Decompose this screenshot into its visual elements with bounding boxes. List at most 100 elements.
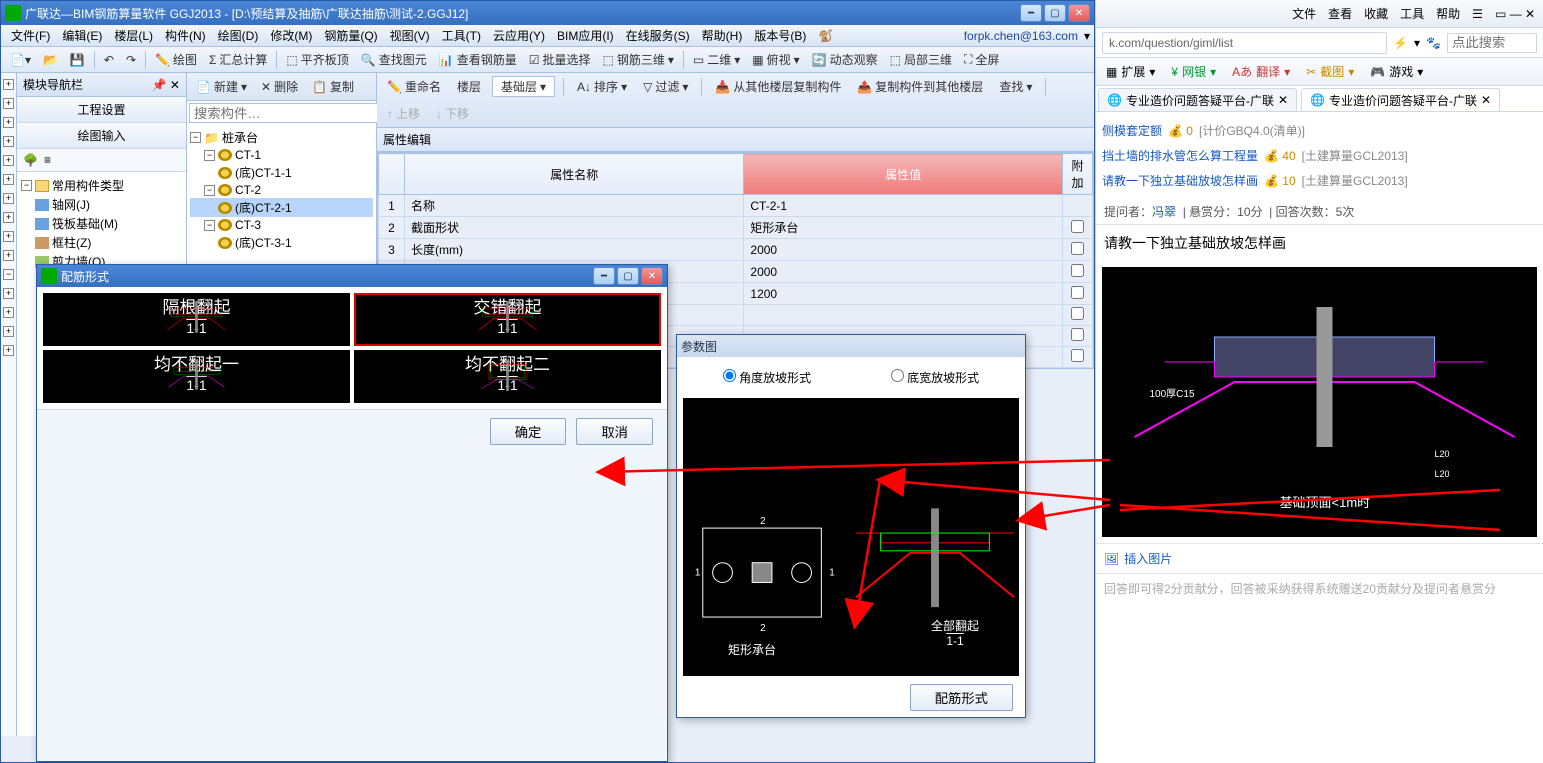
list-view-icon[interactable]: ≡ xyxy=(44,153,51,167)
menu-view[interactable]: 视图(V) xyxy=(384,25,436,46)
extra-check[interactable] xyxy=(1071,264,1084,277)
dialog-titlebar[interactable]: 参数图 xyxy=(677,335,1025,357)
asker-link[interactable]: 冯翠 xyxy=(1152,205,1176,219)
menu-cloud[interactable]: 云应用(Y) xyxy=(487,25,551,46)
menu-file[interactable]: 文件(F) xyxy=(5,25,56,46)
tree-item-raft[interactable]: 筏板基础(M) xyxy=(21,214,182,233)
rebar-option-2[interactable]: 横向面筋 纵向面筋 交错翻起1-1 xyxy=(354,293,661,346)
tb-rebar-3d[interactable]: ⬚ 钢筋三维 ▾ xyxy=(597,49,678,70)
ok-button[interactable]: 确定 xyxy=(490,418,567,445)
tb-draw[interactable]: ✏️ 绘图 xyxy=(150,49,202,70)
tree-ct2-1[interactable]: (底)CT-2-1 xyxy=(190,198,373,217)
copy-from-floor-button[interactable]: 📥 从其他楼层复制构件 xyxy=(710,76,846,97)
minimize-button[interactable]: ━ xyxy=(1020,4,1042,22)
gutter-expand[interactable]: + xyxy=(3,212,14,223)
expand-icon[interactable]: − xyxy=(21,180,32,191)
sort-button[interactable]: A↓ 排序 ▾ xyxy=(572,76,632,97)
extra-check[interactable] xyxy=(1071,220,1084,233)
tb-save[interactable]: 💾 xyxy=(65,51,90,69)
menu-rebar[interactable]: 钢筋量(Q) xyxy=(318,25,383,46)
gutter-expand[interactable]: + xyxy=(3,345,14,356)
bank-button[interactable]: ¥ 网银 ▾ xyxy=(1167,63,1220,80)
gutter-collapse[interactable]: − xyxy=(3,269,14,280)
tree-ct1-1[interactable]: (底)CT-1-1 xyxy=(190,163,373,182)
ext-button[interactable]: ▦ 扩展 ▾ xyxy=(1102,63,1159,80)
extra-check[interactable] xyxy=(1071,286,1084,299)
tb-undo[interactable]: ↶ xyxy=(99,51,119,69)
tb-orbit[interactable]: 🔄 动态观察 xyxy=(807,49,883,70)
user-dropdown-icon[interactable]: ▾ xyxy=(1084,29,1090,43)
tree-ct3[interactable]: − CT-3 xyxy=(190,217,373,233)
gutter-expand[interactable]: + xyxy=(3,193,14,204)
tree-view-icon[interactable]: 🌳 xyxy=(23,153,38,167)
qa-item[interactable]: 侧模套定额 💰 0 [计价GBQ4.0(清单)] xyxy=(1096,118,1543,143)
rebar-form-button[interactable]: 配筋形式 xyxy=(910,684,1013,711)
browser-menu-help[interactable]: 帮助 xyxy=(1436,5,1460,22)
tree-root[interactable]: − 常用构件类型 xyxy=(21,176,182,195)
lightning-icon[interactable]: ⚡ xyxy=(1393,36,1408,50)
tb-new-doc[interactable]: 📄▾ xyxy=(5,51,36,69)
menu-floor[interactable]: 楼层(L) xyxy=(108,25,159,46)
cancel-button[interactable]: 取消 xyxy=(576,418,653,445)
gutter-expand[interactable]: + xyxy=(3,79,14,90)
translate-button[interactable]: Aあ 翻译 ▾ xyxy=(1228,63,1294,80)
addr-dropdown-icon[interactable]: ▾ xyxy=(1414,36,1420,50)
tb-view-rebar[interactable]: 📊 查看钢筋量 xyxy=(434,49,522,70)
extra-check[interactable] xyxy=(1071,242,1084,255)
tb-fullscreen[interactable]: ⛶ 全屏 xyxy=(959,49,1004,70)
menu-draw[interactable]: 绘图(D) xyxy=(212,25,265,46)
tb-2d[interactable]: ▭ 二维 ▾ xyxy=(688,49,745,70)
tb-local-3d[interactable]: ⬚ 局部三维 xyxy=(885,49,957,70)
tree-item-axis[interactable]: 轴网(J) xyxy=(21,195,182,214)
user-label[interactable]: forpk.chen@163.com xyxy=(964,29,1084,43)
qa-item[interactable]: 请教一下独立基础放坡怎样画 💰 10 [土建算量GCL2013] xyxy=(1096,168,1543,193)
browser-tab-1[interactable]: 🌐 专业造价问题答疑平台-广联 ✕ xyxy=(1098,88,1297,111)
dialog-close[interactable]: ✕ xyxy=(641,267,663,285)
menu-edit[interactable]: 编辑(E) xyxy=(56,25,108,46)
tb-batch-select[interactable]: ☑ 批量选择 xyxy=(524,49,596,70)
move-up-button[interactable]: ↑ 上移 xyxy=(382,103,425,124)
browser-menu-fav[interactable]: 收藏 xyxy=(1364,5,1388,22)
insert-image-button[interactable]: 🖼 插入图片 xyxy=(1096,543,1543,574)
question-image[interactable]: 100厚C15 L20 L20 基础顶面<1m时 xyxy=(1102,267,1537,537)
extra-check[interactable] xyxy=(1071,307,1084,320)
gutter-expand[interactable]: + xyxy=(3,288,14,299)
find-button[interactable]: 查找 ▾ xyxy=(994,76,1037,97)
tree-ct1[interactable]: − CT-1 xyxy=(190,147,373,163)
delete-component-button[interactable]: ✕ 删除 xyxy=(256,76,303,97)
rebar-option-4[interactable]: 均不翻起二1-1 xyxy=(354,350,661,403)
move-down-button[interactable]: ↓ 下移 xyxy=(431,103,474,124)
qa-item[interactable]: 挡土墙的排水管怎么算工程量 💰 40 [土建算量GCL2013] xyxy=(1096,143,1543,168)
browser-menu-file[interactable]: 文件 xyxy=(1292,5,1316,22)
menu-bim[interactable]: BIM应用(I) xyxy=(551,25,620,46)
extra-check[interactable] xyxy=(1071,328,1084,341)
copy-component-button[interactable]: 📋 复制 xyxy=(307,76,359,97)
menu-modify[interactable]: 修改(M) xyxy=(264,25,318,46)
gutter-expand[interactable]: + xyxy=(3,326,14,337)
tb-align-slab[interactable]: ⬚ 平齐板顶 xyxy=(281,49,353,70)
rebar-option-3[interactable]: 均不翻起一1-1 xyxy=(43,350,350,403)
menu-component[interactable]: 构件(N) xyxy=(159,25,212,46)
new-component-button[interactable]: 📄 新建 ▾ xyxy=(191,76,252,97)
panel-pin-icon[interactable]: 📌 ✕ xyxy=(152,78,180,92)
screenshot-button[interactable]: ✂ 截图 ▾ xyxy=(1302,63,1358,80)
tb-top-view[interactable]: ▦ 俯视 ▾ xyxy=(747,49,804,70)
gutter-expand[interactable]: + xyxy=(3,98,14,109)
tb-open[interactable]: 📂 xyxy=(38,51,63,69)
tree-ct2[interactable]: − CT-2 xyxy=(190,182,373,198)
tb-sum[interactable]: Σ 汇总计算 xyxy=(204,49,272,70)
rebar-option-1[interactable]: 横向面筋 纵向面筋 隔根翻起1-1 xyxy=(43,293,350,346)
gutter-expand[interactable]: + xyxy=(3,250,14,261)
gutter-expand[interactable]: + xyxy=(3,174,14,185)
copy-to-floor-button[interactable]: 📤 复制构件到其他楼层 xyxy=(852,76,988,97)
address-input[interactable]: k.com/question/giml/list xyxy=(1102,32,1387,54)
paw-icon[interactable]: 🐾 xyxy=(1426,36,1441,50)
gutter-expand[interactable]: + xyxy=(3,307,14,318)
tb-redo[interactable]: ↷ xyxy=(121,51,141,69)
browser-more-icon[interactable]: ☰ xyxy=(1472,7,1483,21)
gutter-expand[interactable]: + xyxy=(3,117,14,128)
tree-root-pilecap[interactable]: − 📁 桩承台 xyxy=(190,128,373,147)
search-input[interactable] xyxy=(1447,33,1537,53)
component-search-input[interactable] xyxy=(189,103,378,123)
radio-width[interactable]: 底宽放坡形式 xyxy=(891,369,979,386)
